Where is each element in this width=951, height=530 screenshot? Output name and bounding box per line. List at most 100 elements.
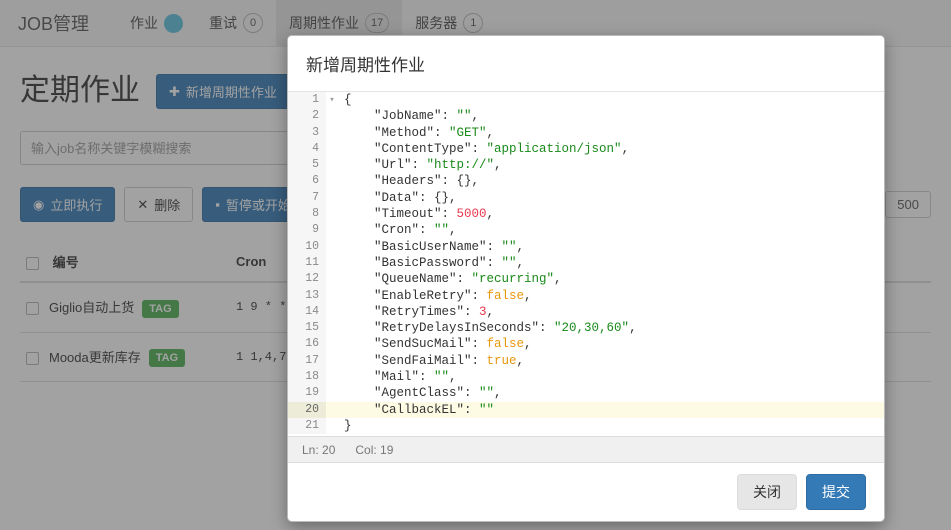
code-token: ,: [524, 288, 532, 303]
code-line[interactable]: 18 "Mail": "",: [288, 369, 884, 386]
fold-arrow-icon[interactable]: ▾: [326, 92, 338, 108]
code-text: "QueueName": "recurring",: [338, 271, 562, 287]
code-token: "": [434, 370, 450, 385]
code-text: "SendSucMail": false,: [338, 336, 532, 352]
code-token: ,: [629, 321, 637, 336]
code-token: "": [479, 402, 495, 417]
code-token: "BasicUserName":: [344, 239, 502, 254]
code-lines: 1 ▾{2 "JobName": "", 3 "Method": "GET", 4 "…: [288, 92, 884, 435]
code-token: ,: [486, 125, 495, 140]
code-text: "RetryDelaysInSeconds": "20,30,60",: [338, 320, 637, 336]
code-text: "BasicUserName": "",: [338, 239, 524, 255]
code-token: "BasicPassword":: [344, 255, 502, 270]
code-token: "AgentClass":: [344, 386, 480, 401]
code-line[interactable]: 3 "Method": "GET",: [288, 124, 884, 141]
code-token: "recurring": [471, 272, 555, 287]
code-text: "RetryTimes": 3,: [338, 304, 494, 320]
code-text: "EnableRetry": false,: [338, 288, 532, 304]
code-token: "application/json": [486, 141, 622, 156]
close-button[interactable]: 关闭: [737, 474, 797, 510]
code-token: "Method":: [344, 125, 450, 140]
line-number: 3: [288, 124, 326, 141]
code-token: ,: [449, 370, 457, 385]
code-token: ,: [494, 158, 502, 173]
line-number: 16: [288, 336, 326, 353]
code-token: "GET": [449, 125, 487, 140]
modal-title: 新增周期性作业: [306, 56, 425, 75]
code-token: ,: [486, 207, 495, 222]
code-line[interactable]: 8 "Timeout": 5000,: [288, 206, 884, 223]
code-line[interactable]: 5 "Url": "http://",: [288, 157, 884, 174]
code-line[interactable]: 17 "SendFaiMail": true,: [288, 352, 884, 370]
submit-button[interactable]: 提交: [806, 474, 866, 510]
code-token: "ContentType":: [344, 141, 487, 156]
code-line[interactable]: 4 "ContentType": "application/json",: [288, 140, 884, 158]
line-number: 11: [288, 254, 326, 272]
line-number: 1: [288, 92, 326, 109]
status-line-number: Ln: 20: [302, 442, 336, 457]
code-token: "Cron":: [344, 223, 435, 238]
code-token: ,: [516, 353, 525, 368]
code-line[interactable]: 11 "BasicPassword": "",: [288, 254, 884, 272]
modal-footer: 关闭 提交: [288, 463, 884, 521]
code-token: false: [486, 337, 525, 352]
code-token: "": [501, 255, 517, 270]
code-token: "": [434, 223, 450, 238]
code-token: "EnableRetry":: [344, 288, 487, 303]
code-token: false: [486, 288, 525, 303]
code-text: "ContentType": "application/json",: [338, 141, 629, 157]
code-line[interactable]: 1 ▾ {: [288, 92, 884, 109]
line-number: 5: [288, 157, 326, 174]
code-token: "SendSucMail":: [344, 337, 487, 352]
code-token: ,: [621, 141, 630, 156]
code-text: "Url": "http://",: [338, 157, 502, 173]
modal-body: 1 ▾{2 "JobName": "", 3 "Method": "GET", 4 "…: [288, 92, 884, 463]
code-text: "SendFaiMail": true,: [338, 353, 524, 369]
line-number: 7: [288, 189, 326, 207]
code-token: "RetryDelaysInSeconds":: [344, 321, 555, 336]
code-line[interactable]: 13 "EnableRetry": false,: [288, 287, 884, 304]
code-token: "Url":: [344, 158, 427, 173]
code-token: {: [344, 93, 352, 107]
code-token: "SendFaiMail":: [344, 353, 487, 368]
code-token: ,: [554, 272, 562, 287]
editor-status-bar: Ln: 20 Col: 19: [288, 437, 884, 463]
line-number: 13: [288, 287, 326, 304]
code-token: ,: [524, 337, 532, 352]
code-token: "JobName":: [344, 109, 457, 124]
code-token: true: [486, 353, 517, 368]
line-number: 10: [288, 238, 326, 255]
code-text: "Mail": "",: [338, 369, 457, 385]
code-line[interactable]: 21}: [288, 417, 884, 435]
code-text: "Timeout": 5000,: [338, 206, 494, 222]
code-text: }: [338, 418, 352, 434]
code-token: "20,30,60": [554, 321, 630, 336]
code-token: "Timeout":: [344, 207, 457, 222]
code-line[interactable]: 10 "BasicUserName": "",: [288, 238, 884, 255]
line-number: 14: [288, 303, 326, 321]
line-number: 17: [288, 352, 326, 370]
code-line[interactable]: 2 "JobName": "",: [288, 108, 884, 125]
code-line[interactable]: 15 "RetryDelaysInSeconds": "20,30,60",: [288, 320, 884, 337]
line-number: 12: [288, 271, 326, 288]
code-line[interactable]: 19 "AgentClass": "",: [288, 385, 884, 402]
code-line[interactable]: 9 "Cron": "",: [288, 222, 884, 239]
code-token: ,: [516, 239, 525, 254]
json-code-editor[interactable]: 1 ▾{2 "JobName": "", 3 "Method": "GET", 4 "…: [288, 92, 884, 437]
line-number: 21: [288, 417, 326, 435]
line-number: 9: [288, 222, 326, 239]
code-line[interactable]: 14 "RetryTimes": 3,: [288, 303, 884, 321]
line-number: 6: [288, 173, 326, 190]
code-token: "RetryTimes":: [344, 304, 480, 319]
code-token: ,: [471, 109, 480, 124]
code-token: "": [479, 386, 495, 401]
code-token: }: [344, 418, 352, 433]
code-line[interactable]: 20 "CallbackEL": "": [288, 401, 884, 418]
code-line[interactable]: 7 "Data": {},: [288, 189, 884, 207]
code-token: "Mail":: [344, 370, 435, 385]
code-line[interactable]: 16 "SendSucMail": false,: [288, 336, 884, 353]
code-line[interactable]: 6 "Headers": {},: [288, 173, 884, 190]
code-line[interactable]: 12 "QueueName": "recurring",: [288, 271, 884, 288]
code-token: "CallbackEL":: [344, 402, 480, 417]
line-number: 4: [288, 140, 326, 158]
